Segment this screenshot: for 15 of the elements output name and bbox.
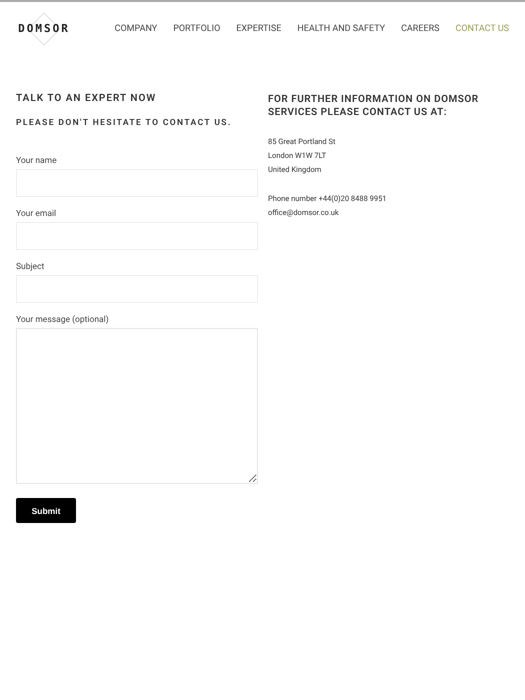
submit-button[interactable]: Submit [16,498,76,523]
nav-link[interactable]: EXPERTISE [236,24,282,34]
field-label: Your name [16,156,58,166]
logo[interactable]: DOMSOR [18,22,70,35]
field-label: Your message (optional) [16,315,110,325]
message-field[interactable] [16,328,258,484]
nav-link[interactable]: CAREERS [401,24,440,34]
contact-title: FOR FURTHER INFORMATION ON DOMSOR SERVICES PLEASE CONTACT US AT: [268,93,480,119]
field-label: Your email [16,209,58,219]
form-title: TALK TO AN EXPERT NOW [16,93,158,104]
nav-link[interactable]: HEALTH AND SAFETY [297,24,386,34]
field-label: Subject [16,262,46,272]
nav-link[interactable]: PORTFOLIO [173,24,220,34]
form-subtitle: PLEASE DON'T HESITATE TO CONTACT US. [16,118,233,128]
nav-link[interactable]: COMPANY [114,24,158,34]
